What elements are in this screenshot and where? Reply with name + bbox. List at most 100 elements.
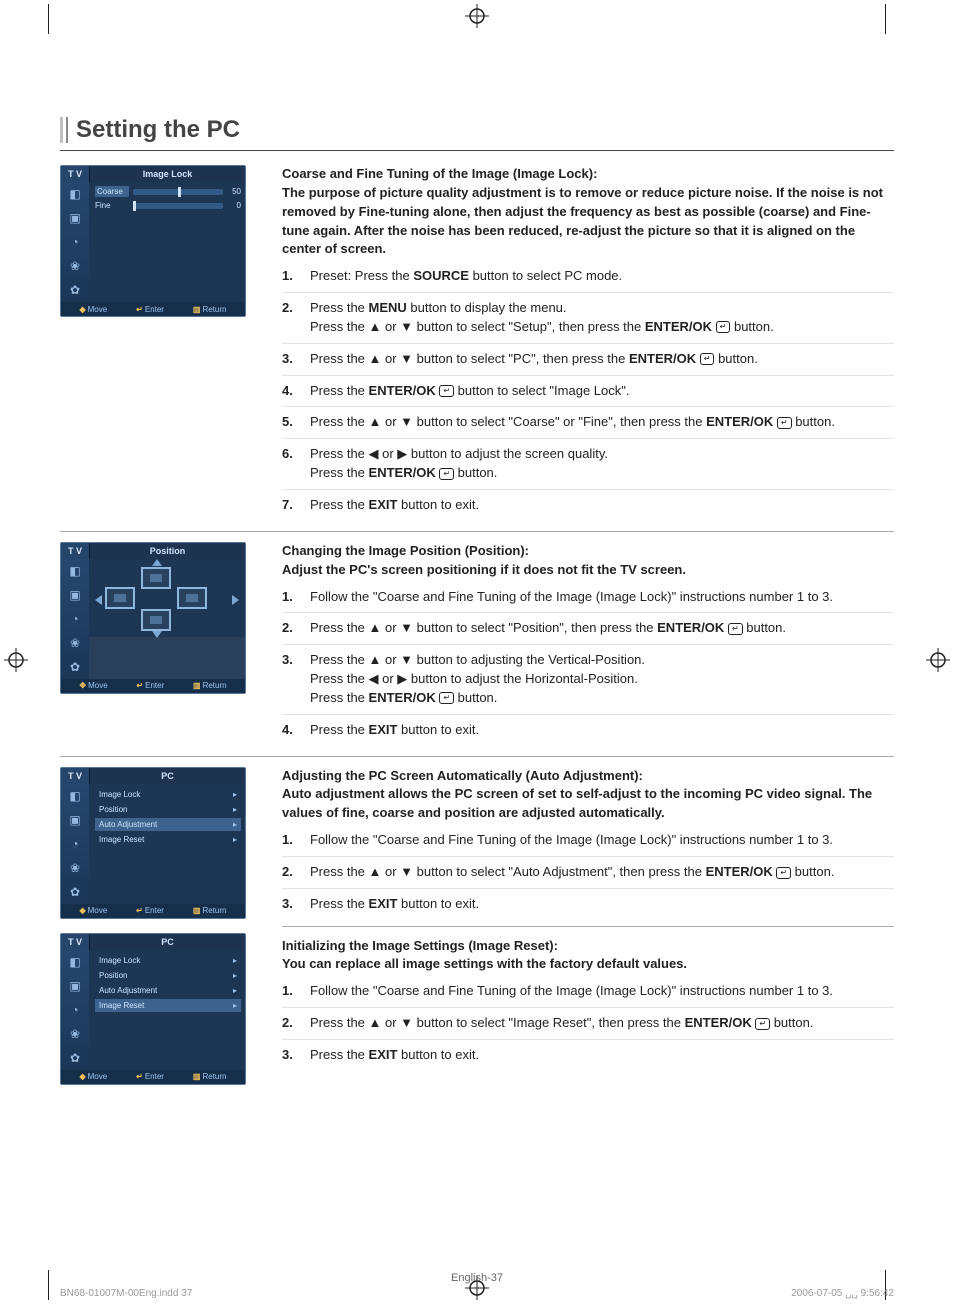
menu-label: Image Reset	[99, 835, 144, 844]
menu-row: Image Reset ▸	[95, 833, 241, 846]
menu-row: Auto Adjustment▸	[95, 984, 241, 997]
menu-label: Image Reset	[99, 1001, 144, 1010]
step-item: Press the EXIT button to exit.	[282, 895, 894, 920]
tv-icon: ❀	[67, 861, 83, 875]
position-box	[177, 587, 207, 609]
tv-side-icons: ◧ ▣ ◔ ❀ ✿	[61, 950, 89, 1070]
tv-icon: ◔	[67, 235, 83, 249]
tv-icon: ◧	[67, 789, 83, 803]
step-list: Follow the "Coarse and Fine Tuning of th…	[282, 588, 894, 746]
tv-icon: ◔	[67, 612, 83, 626]
footer-label: Return	[202, 305, 226, 314]
step-item: Press the ▲ or ▼ button to select "Auto …	[282, 863, 894, 889]
registration-mark-icon	[4, 648, 28, 672]
chevron-right-icon: ▸	[233, 820, 237, 829]
footer-label: Return	[202, 1072, 226, 1081]
arrow-left-icon	[95, 595, 102, 605]
menu-label: Image Lock	[99, 790, 140, 799]
move-icon: ◆	[79, 305, 85, 314]
title-block: Setting the PC	[60, 116, 894, 144]
tv-footer: ◆Move ↵Enter ▥Return	[61, 302, 245, 316]
chevron-right-icon: ▸	[233, 805, 237, 814]
footer-label: Move	[88, 906, 108, 915]
tv-label: T V	[61, 934, 89, 950]
tv-icon: ▣	[67, 588, 83, 602]
tv-icon: ◧	[67, 955, 83, 969]
chevron-right-icon: ▸	[233, 971, 237, 980]
tv-label: T V	[61, 543, 89, 559]
menu-row: Image Reset ▸	[95, 999, 241, 1012]
position-box	[141, 609, 171, 631]
tv-icon: ▣	[67, 211, 83, 225]
footer-label: Move	[88, 1072, 108, 1081]
step-item: Follow the "Coarse and Fine Tuning of th…	[282, 588, 894, 614]
tv-icon: ◔	[67, 837, 83, 851]
arrow-down-icon	[152, 631, 162, 638]
enter-icon: ↵	[439, 385, 454, 397]
section-text: Changing the Image Position (Position):A…	[282, 542, 894, 746]
footer-label: Move	[88, 305, 108, 314]
tv-screenshot-pc-reset: T V PC ◧ ▣ ◔ ❀ ✿ Image Lock▸Position▸Aut…	[60, 933, 246, 1085]
tv-main: Image Lock▸Position▸Auto Adjustment▸Imag…	[89, 950, 245, 1070]
menu-row: Image Lock ▸	[95, 788, 241, 801]
section-heading: Coarse and Fine Tuning of the Image (Ima…	[282, 165, 894, 259]
timestamp: 2006-07-05 ␣␣ 9:56:42	[791, 1288, 894, 1299]
step-list: Follow the "Coarse and Fine Tuning of th…	[282, 982, 894, 1071]
footer-label: Enter	[145, 906, 164, 915]
tv-label: T V	[61, 768, 89, 784]
tv-screenshot-image-lock: T V Image Lock ◧ ▣ ◔ ❀ ✿ Coarse50Fine0	[60, 165, 246, 317]
footer-meta: BN68-01007M-00Eng.indd 37 2006-07-05 ␣␣ …	[60, 1288, 894, 1299]
tv-icon: ◧	[67, 564, 83, 578]
tv-footer: ◆Move ↵Enter ▥Return	[61, 1070, 245, 1084]
divider	[60, 531, 894, 532]
enter-icon: ↵	[439, 468, 454, 480]
tv-footer: ✥Move ↵Enter ▥Return	[61, 679, 245, 693]
chevron-right-icon: ▸	[233, 835, 237, 844]
enter-icon: ↵	[700, 353, 715, 365]
tv-icon: ◔	[67, 1003, 83, 1017]
step-item: Press the EXIT button to exit.	[282, 1046, 894, 1071]
tv-title: Position	[89, 543, 245, 559]
enter-icon: ↵	[776, 867, 791, 879]
tv-title: PC	[89, 768, 245, 784]
tv-main: Coarse50Fine0	[89, 182, 245, 302]
slider-label: Fine	[95, 201, 129, 210]
tv-main: Image Lock▸Position▸Auto Adjustment▸Imag…	[89, 784, 245, 904]
menu-row: Position▸	[95, 969, 241, 982]
enter-icon: ↵	[755, 1018, 770, 1030]
chevron-right-icon: ▸	[233, 790, 237, 799]
tv-icon: ✿	[67, 885, 83, 899]
tv-icon: ❀	[67, 636, 83, 650]
tv-side-icons: ◧ ▣ ◔ ❀ ✿	[61, 182, 89, 302]
section-heading: Changing the Image Position (Position):A…	[282, 542, 894, 580]
menu-label: Image Lock	[99, 956, 140, 965]
divider	[60, 150, 894, 151]
menu-row: Position▸	[95, 803, 241, 816]
move-icon: ✥	[79, 681, 86, 690]
title-ornament-icon	[60, 117, 68, 143]
step-item: Press the MENU button to display the men…	[282, 299, 894, 344]
divider	[60, 756, 894, 757]
tv-icon: ❀	[67, 1027, 83, 1041]
slider-handle	[133, 201, 136, 211]
chevron-right-icon: ▸	[233, 1001, 237, 1010]
menu-row: Image Lock▸	[95, 954, 241, 967]
footer-label: Enter	[145, 681, 164, 690]
step-item: Press the EXIT button to exit.	[282, 496, 894, 521]
move-icon: ◆	[79, 1072, 85, 1081]
tv-icon: ▣	[67, 813, 83, 827]
step-item: Press the ▲ or ▼ button to select "PC", …	[282, 350, 894, 376]
tv-icon: ✿	[67, 660, 83, 674]
move-icon: ◆	[79, 906, 85, 915]
step-item: Press the ▲ or ▼ button to select "Posit…	[282, 619, 894, 645]
slider-value: 0	[227, 201, 241, 210]
tv-footer: ◆Move ↵Enter ▥Return	[61, 904, 245, 918]
tv-title: PC	[89, 934, 245, 950]
section-position: T V Position ◧ ▣ ◔ ❀ ✿	[60, 542, 894, 746]
enter-icon: ↵	[728, 623, 743, 635]
enter-icon: ↵	[136, 681, 143, 690]
section-heading: Initializing the Image Settings (Image R…	[282, 937, 894, 975]
footer-label: Move	[88, 681, 108, 690]
page-title: Setting the PC	[76, 116, 240, 144]
footer-label: Return	[202, 906, 226, 915]
